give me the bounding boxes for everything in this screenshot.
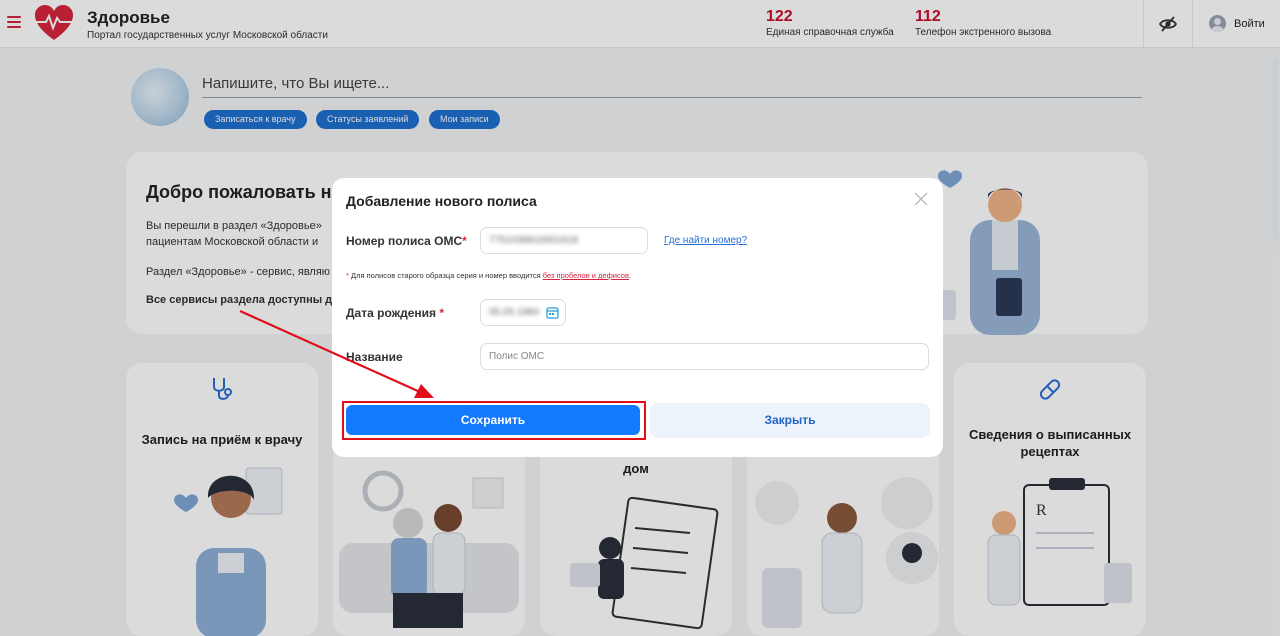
birth-date-value: 05.05.1984 [489,307,540,318]
dialog-title: Добавление нового полиса [346,193,537,209]
save-button-highlight: Сохранить [342,401,646,440]
policy-number-value: 7751038810001618 [489,235,578,246]
close-button[interactable]: Закрыть [650,403,930,438]
birth-date-label: Дата рождения * [346,306,444,320]
note-end: . [628,271,632,280]
close-icon[interactable] [912,190,930,208]
policy-number-input[interactable]: 7751038810001618 [480,227,648,254]
page-scrollbar[interactable] [1273,60,1278,240]
birth-date-input[interactable]: 05.05.1984 [480,299,566,326]
label-text: Дата рождения [346,306,437,320]
policy-number-label: Номер полиса ОМС* [346,234,467,248]
label-text: Номер полиса ОМС [346,234,463,248]
policy-format-note: * Для полисов старого образца серия и но… [346,271,631,280]
add-policy-dialog: Добавление нового полиса Номер полиса ОМ… [332,178,943,457]
save-button[interactable]: Сохранить [346,405,640,435]
where-find-number-link[interactable]: Где найти номер? [664,235,747,246]
required-mark: * [462,234,467,248]
policy-name-input[interactable]: Полис ОМС [480,343,929,370]
note-text: Для полисов старого образца серия и номе… [351,271,543,280]
calendar-icon[interactable] [546,306,559,319]
note-link[interactable]: без пробелов и дефисов [543,271,629,280]
policy-name-label: Название [346,350,403,364]
required-mark: * [436,306,445,320]
